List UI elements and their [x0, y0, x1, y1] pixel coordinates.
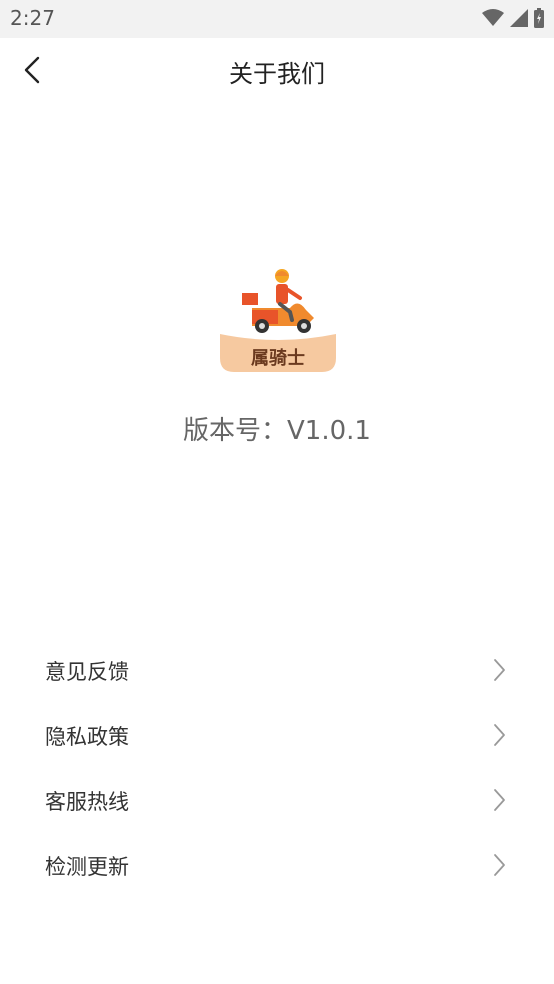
menu-item-label: 意见反馈 — [45, 659, 129, 684]
chevron-right-icon — [494, 724, 505, 746]
menu-item-hotline[interactable]: 客服热线 — [0, 768, 554, 833]
menu-item-label: 客服热线 — [45, 789, 129, 814]
menu-item-label: 检测更新 — [45, 854, 129, 879]
chevron-right-icon — [494, 854, 505, 876]
menu-item-feedback[interactable]: 意见反馈 — [0, 638, 554, 703]
page-title: 关于我们 — [229, 60, 325, 88]
wifi-icon — [482, 9, 504, 26]
signal-icon — [510, 9, 528, 27]
chevron-right-icon — [494, 659, 505, 681]
nav-bar: 关于我们 — [0, 38, 554, 102]
menu-item-check-update[interactable]: 检测更新 — [0, 833, 554, 898]
battery-icon — [534, 8, 544, 28]
settings-menu: 意见反馈 隐私政策 客服热线 检测更新 — [0, 638, 554, 898]
status-bar: 2:27 — [0, 0, 554, 38]
chevron-right-icon — [494, 789, 505, 811]
logo-text: 属骑士 — [251, 347, 305, 369]
status-icons — [482, 8, 544, 28]
menu-item-privacy[interactable]: 隐私政策 — [0, 703, 554, 768]
status-time: 2:27 — [10, 6, 55, 30]
version-label: 版本号：V1.0.1 — [183, 416, 371, 446]
menu-item-label: 隐私政策 — [45, 724, 129, 749]
app-logo: 属骑士 — [220, 269, 336, 372]
